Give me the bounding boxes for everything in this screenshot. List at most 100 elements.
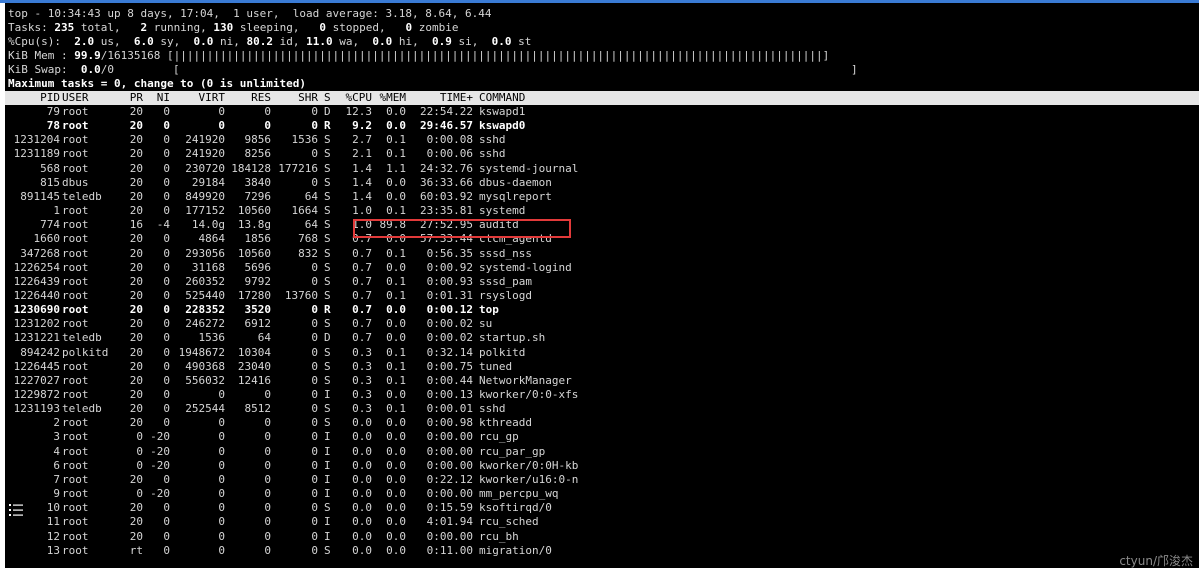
list-menu-icon[interactable] — [8, 502, 24, 518]
cell-time: 36:33.66 — [420, 175, 473, 189]
table-row[interactable]: 7 root 20 0 0 0 0 I 0.0 0.0 0:22.12 kworker/u16:0-n — [5, 473, 1199, 487]
table-row[interactable]: 78 root 20 0 0 0 0 R 9.2 0.0 29:46.57 kswapd0 — [5, 119, 1199, 133]
table-row[interactable]: 1231202 root 20 0 246272 6912 0 S 0.7 0.0 0:00.02 s… — [5, 317, 1199, 331]
swap-bar-open: [ — [173, 63, 180, 76]
cell-res: 10560 — [237, 246, 271, 260]
cell-user: root — [62, 430, 89, 444]
cpu-si: 0.9 — [431, 35, 452, 48]
table-row[interactable]: 1229872 root 20 0 0 0 0 I 0.3 0.0 0:00.13 kworker/0… — [5, 388, 1199, 402]
cell-user: root — [62, 388, 89, 401]
cell-pid: 894242 — [20, 345, 60, 359]
cell-pr: 20 — [129, 189, 143, 203]
table-row[interactable]: 894242 polkitd 20 0 1948672 10304 0 S 0.3 0.1 0:32… — [5, 346, 1199, 360]
cell-s: S — [324, 260, 331, 274]
cell-virt: 0 — [218, 388, 225, 401]
command-prompt[interactable]: Maximum tasks = 0, change to (0 is unlim… — [8, 77, 306, 91]
cell-virt: 0 — [218, 444, 225, 458]
cell-res: 0 — [264, 105, 271, 118]
table-row[interactable]: 12 root 20 0 0 0 0 I 0.0 0.0 0:00.00 rcu_bh — [5, 530, 1199, 544]
cell-virt: 556032 — [185, 373, 225, 387]
cell-res: 6912 — [244, 317, 272, 331]
table-row[interactable]: 11 root 20 0 0 0 0 I 0.0 0.0 4:01.94 rcu_sched — [5, 515, 1199, 529]
cell-pr: 20 — [129, 260, 143, 274]
cell-res: 0 — [264, 388, 271, 401]
cell-pid: 1226445 — [13, 359, 60, 373]
cell-s: S — [324, 175, 331, 189]
mem-total: /16135168 — [100, 49, 161, 62]
table-row[interactable]: 815 dbus 20 0 29184 3840 0 S 1.4 0.0 36:33.66 dbus-… — [5, 176, 1199, 190]
cell-res: 0 — [264, 119, 271, 133]
cell-res: 0 — [264, 416, 271, 430]
cell-ni: 0 — [163, 274, 170, 288]
cell-shr: 0 — [311, 430, 318, 444]
cell-ni: 0 — [163, 161, 170, 175]
cell-virt: 31168 — [191, 260, 225, 274]
table-row[interactable]: 347268 root 20 0 293056 10560 832 S 0.7 0.1 0:56.3… — [5, 247, 1199, 261]
table-row[interactable]: 1230690 root 20 0 228352 3520 0 R 0.7 0.0 0:00.12 t… — [5, 303, 1199, 317]
terminal-window[interactable]: top - 10:34:43 up 8 days, 17:04, 1 user,… — [5, 3, 1199, 568]
cell-s: S — [324, 501, 331, 515]
table-row[interactable]: 4 root 0 -20 0 0 0 I 0.0 0.0 0:00.00 rcu_par_gp — [5, 445, 1199, 459]
cell-res: 0 — [264, 543, 271, 557]
table-row[interactable]: 79 root 20 0 0 0 0 D 12.3 0.0 22:54.22 kswapd1 — [5, 105, 1199, 119]
cell-user: root — [62, 260, 89, 274]
table-row[interactable]: 1226439 root 20 0 260352 9792 0 S 0.7 0.1 0:00.93 s… — [5, 275, 1199, 289]
cell-cpu: 0.0 — [352, 487, 372, 501]
cell-s: R — [324, 119, 331, 133]
cell-pr: 20 — [129, 416, 143, 430]
cell-shr: 0 — [311, 529, 318, 543]
table-row[interactable]: 1231189 root 20 0 241920 8256 0 S 2.1 0.1 0:00.06 s… — [5, 147, 1199, 161]
cell-cmd: rcu_gp — [479, 430, 519, 444]
cell-shr: 0 — [311, 373, 318, 387]
cell-pid: 568 — [40, 161, 60, 175]
cell-res: 3840 — [244, 175, 272, 189]
table-row[interactable]: 568 root 20 0 230720 184128 177216 S 1.4 1.1 24:32… — [5, 162, 1199, 176]
cell-pid: 1660 — [33, 232, 61, 246]
table-row[interactable]: 1226254 root 20 0 31168 5696 0 S 0.7 0.0 0:00.92 sy… — [5, 261, 1199, 275]
table-row[interactable]: 1226440 root 20 0 525440 17280 13760 S 0.7 0.1 0:0… — [5, 289, 1199, 303]
column-header-cpu: %CPU — [345, 91, 373, 104]
table-row[interactable]: 10 root 20 0 0 0 0 S 0.0 0.0 0:15.59 ksoftirqd/0 — [5, 501, 1199, 515]
table-row[interactable]: 1 root 20 0 177152 10560 1664 S 1.0 0.1 23:35.81 sy… — [5, 204, 1199, 218]
table-row[interactable]: 9 root 0 -20 0 0 0 I 0.0 0.0 0:00.00 mm_percpu_wq — [5, 487, 1199, 501]
cell-mem: 0.0 — [386, 430, 406, 444]
cell-virt: 29184 — [191, 175, 225, 189]
cell-mem: 0.1 — [386, 204, 406, 218]
cell-ni: 0 — [163, 472, 170, 486]
cell-mem: 1.1 — [386, 161, 406, 175]
cell-mem: 0.0 — [386, 105, 406, 118]
cell-time: 0:11.00 — [426, 543, 473, 557]
table-row[interactable]: 13 root rt 0 0 0 0 S 0.0 0.0 0:11.00 migration/0 — [5, 544, 1199, 558]
cell-user: root — [62, 105, 89, 118]
table-row[interactable]: 1231193 teledb 20 0 252544 8512 0 S 0.3 0.1 0:00.0… — [5, 402, 1199, 416]
cell-shr: 0 — [311, 175, 318, 189]
tasks-running-label: running, — [153, 21, 207, 34]
table-row[interactable]: 1231221 teledb 20 0 1536 64 0 D 0.7 0.0 0:00.02 sta… — [5, 331, 1199, 345]
table-row[interactable]: 1226445 root 20 0 490368 23040 0 S 0.3 0.1 0:00.75… — [5, 360, 1199, 374]
cell-pr: 20 — [129, 274, 143, 288]
cell-ni: -20 — [150, 458, 170, 472]
table-row[interactable]: 3 root 0 -20 0 0 0 I 0.0 0.0 0:00.00 rcu_gp — [5, 430, 1199, 444]
cell-ni: 0 — [163, 133, 170, 147]
cell-res: 0 — [264, 487, 271, 501]
table-row[interactable]: 891145 teledb 20 0 849920 7296 64 S 1.4 0.0 60:03.… — [5, 190, 1199, 204]
cell-mem: 0.1 — [386, 133, 406, 147]
cell-pid: 12 — [46, 529, 60, 543]
table-row[interactable]: 2 root 20 0 0 0 0 S 0.0 0.0 0:00.98 kthreadd — [5, 416, 1199, 430]
cpu-hi-label: hi, — [398, 35, 419, 48]
table-row[interactable]: 1227027 root 20 0 556032 12416 0 S 0.3 0.1 0:00.44… — [5, 374, 1199, 388]
cell-shr: 1536 — [291, 133, 319, 147]
cell-pr: 20 — [129, 232, 143, 246]
cell-shr: 0 — [311, 345, 318, 359]
cpu-label: %Cpu(s): — [8, 35, 61, 48]
cpu-hi: 0.0 — [372, 35, 393, 48]
table-row[interactable]: 774 root 16 -4 14.0g 13.8g 64 S 1.0 89.8 27:52.95 a… — [5, 218, 1199, 232]
cell-s: I — [324, 487, 331, 501]
table-row[interactable]: 1231204 root 20 0 241920 9856 1536 S 2.7 0.1 0:00.… — [5, 133, 1199, 147]
table-row[interactable]: 1660 root 20 0 4864 1856 768 S 0.7 0.0 57:33.44 ctc… — [5, 232, 1199, 246]
table-row[interactable]: 6 root 0 -20 0 0 0 I 0.0 0.0 0:00.00 kworker/0:0H-k… — [5, 459, 1199, 473]
cell-virt: 0 — [218, 487, 225, 501]
cell-ni: 0 — [163, 260, 170, 274]
cell-s: I — [324, 388, 331, 401]
cell-ni: 0 — [163, 402, 170, 416]
